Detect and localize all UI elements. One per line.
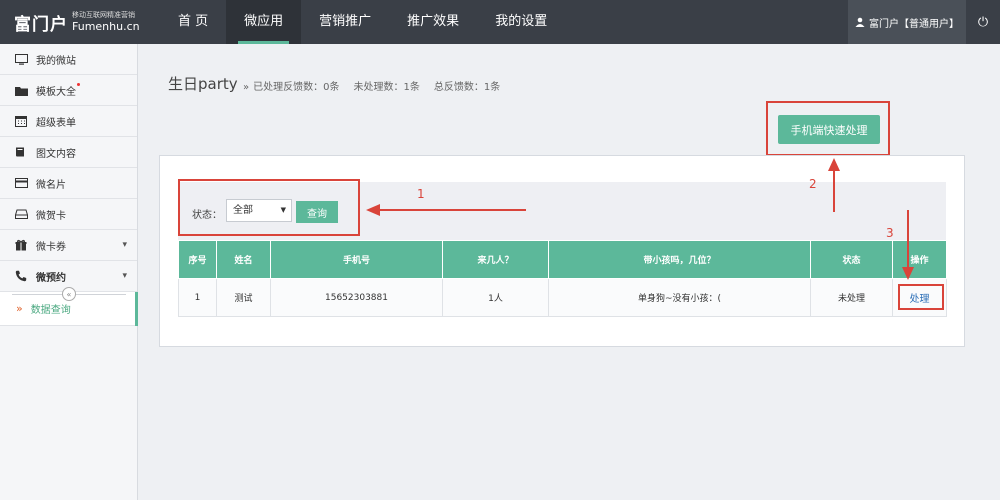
nav-home[interactable]: 首 页: [160, 0, 226, 44]
collapse-sidebar-icon[interactable]: «: [62, 287, 76, 301]
sidebar-item-articles[interactable]: 图文内容: [0, 137, 137, 168]
main-nav: 首 页 微应用 营销推广 推广效果 我的设置: [160, 0, 565, 44]
cell-count: 1人: [442, 278, 549, 317]
annotation-box-2: [766, 101, 890, 156]
col-header-kids: 带小孩吗，几位？: [548, 240, 811, 279]
stat-processed: 已处理反馈数：0条: [253, 82, 340, 93]
gift-icon: [14, 238, 28, 252]
sidebar-item-label: 模板大全: [36, 86, 76, 98]
calendar-icon: [14, 114, 28, 128]
logo-tagline: 移动互联网精准营销: [72, 11, 135, 19]
col-header-count: 来几人？: [442, 240, 549, 279]
annotation-box-3: [898, 284, 944, 310]
col-header-no: 序号: [178, 240, 217, 279]
col-header-status: 状态: [810, 240, 893, 279]
table-header-row: 序号 姓名 手机号 来几人？ 带小孩吗，几位？ 状态 操作: [178, 240, 947, 279]
sidebar-subitem-label: 数据查询: [30, 305, 71, 316]
sidebar-item-greeting-card[interactable]: 微贺卡: [0, 199, 137, 230]
sidebar-item-label: 我的微站: [36, 55, 76, 67]
power-icon[interactable]: ⏻: [966, 0, 1000, 44]
sidebar-item-coupons[interactable]: 微卡券 ▾: [0, 230, 137, 261]
sidebar-item-label: 微名片: [36, 179, 66, 191]
sidebar: 我的微站 模板大全 超级表单 图文内容 微名片 微贺卡 微卡券 ▾ 微预约 ▾ …: [0, 44, 138, 500]
cell-status: 未处理: [810, 278, 893, 317]
chevron-down-icon: ▾: [122, 240, 127, 250]
user-menu[interactable]: 富门户【普通用户】: [848, 0, 966, 44]
stats-arrow: »: [243, 82, 250, 93]
sidebar-item-label: 微卡券: [36, 241, 66, 253]
page-title: 生日party: [168, 75, 238, 93]
card-icon: [14, 176, 28, 190]
feedback-table: 序号 姓名 手机号 来几人？ 带小孩吗，几位？ 状态 操作 1 测试 15652…: [178, 240, 947, 317]
nav-my-settings[interactable]: 我的设置: [477, 0, 565, 44]
stat-total: 总反馈数：1条: [433, 82, 501, 93]
cell-no: 1: [178, 278, 217, 317]
logo-domain: Fumenhu.cn: [72, 20, 140, 33]
top-bar: 富门户 移动互联网精准营销 Fumenhu.cn 首 页 微应用 营销推广 推广…: [0, 0, 1000, 44]
book-icon: [14, 145, 28, 159]
annotation-label-1: 1: [417, 187, 425, 201]
logo-main: 富门户: [14, 14, 68, 35]
tray-icon: [14, 207, 28, 221]
annotation-label-2: 2: [809, 177, 817, 191]
col-header-action: 操作: [892, 240, 947, 279]
nav-promotion-results[interactable]: 推广效果: [389, 0, 477, 44]
folder-icon: [14, 83, 28, 97]
double-chevron-right-icon: »: [16, 302, 23, 315]
feedback-stats: » 已处理反馈数：0条 未处理数：1条 总反馈数：1条: [243, 78, 514, 93]
user-label: 富门户【普通用户】: [869, 18, 959, 30]
annotation-label-3: 3: [886, 226, 894, 240]
annotation-box-1: [178, 179, 360, 236]
sidebar-item-label: 超级表单: [36, 117, 76, 129]
sidebar-item-business-card[interactable]: 微名片: [0, 168, 137, 199]
monitor-icon: [14, 52, 28, 66]
new-dot: [77, 83, 80, 86]
sidebar-item-templates[interactable]: 模板大全: [0, 75, 137, 106]
sidebar-item-super-form[interactable]: 超级表单: [0, 106, 137, 137]
stat-unprocessed: 未处理数：1条: [353, 82, 420, 93]
col-header-name: 姓名: [216, 240, 271, 279]
logo-sub: 移动互联网精准营销 Fumenhu.cn: [72, 11, 140, 33]
phone-icon: [14, 269, 28, 283]
sidebar-item-my-site[interactable]: 我的微站: [0, 44, 137, 75]
cell-name: 测试: [216, 278, 271, 317]
nav-marketing[interactable]: 营销推广: [301, 0, 389, 44]
sidebar-item-label: 微预约: [36, 272, 66, 284]
sidebar-item-label: 图文内容: [36, 148, 76, 160]
cell-kids: 单身狗~没有小孩：(: [548, 278, 811, 317]
chevron-down-icon: ▾: [122, 271, 127, 281]
nav-micro-apps[interactable]: 微应用: [226, 0, 302, 44]
user-icon: [855, 17, 865, 27]
col-header-phone: 手机号: [270, 240, 443, 279]
table-row: 1 测试 15652303881 1人 单身狗~没有小孩：( 未处理 处理: [178, 278, 947, 317]
logo[interactable]: 富门户 移动互联网精准营销 Fumenhu.cn: [14, 9, 140, 35]
sidebar-item-label: 微贺卡: [36, 210, 66, 222]
cell-phone: 15652303881: [270, 278, 443, 317]
